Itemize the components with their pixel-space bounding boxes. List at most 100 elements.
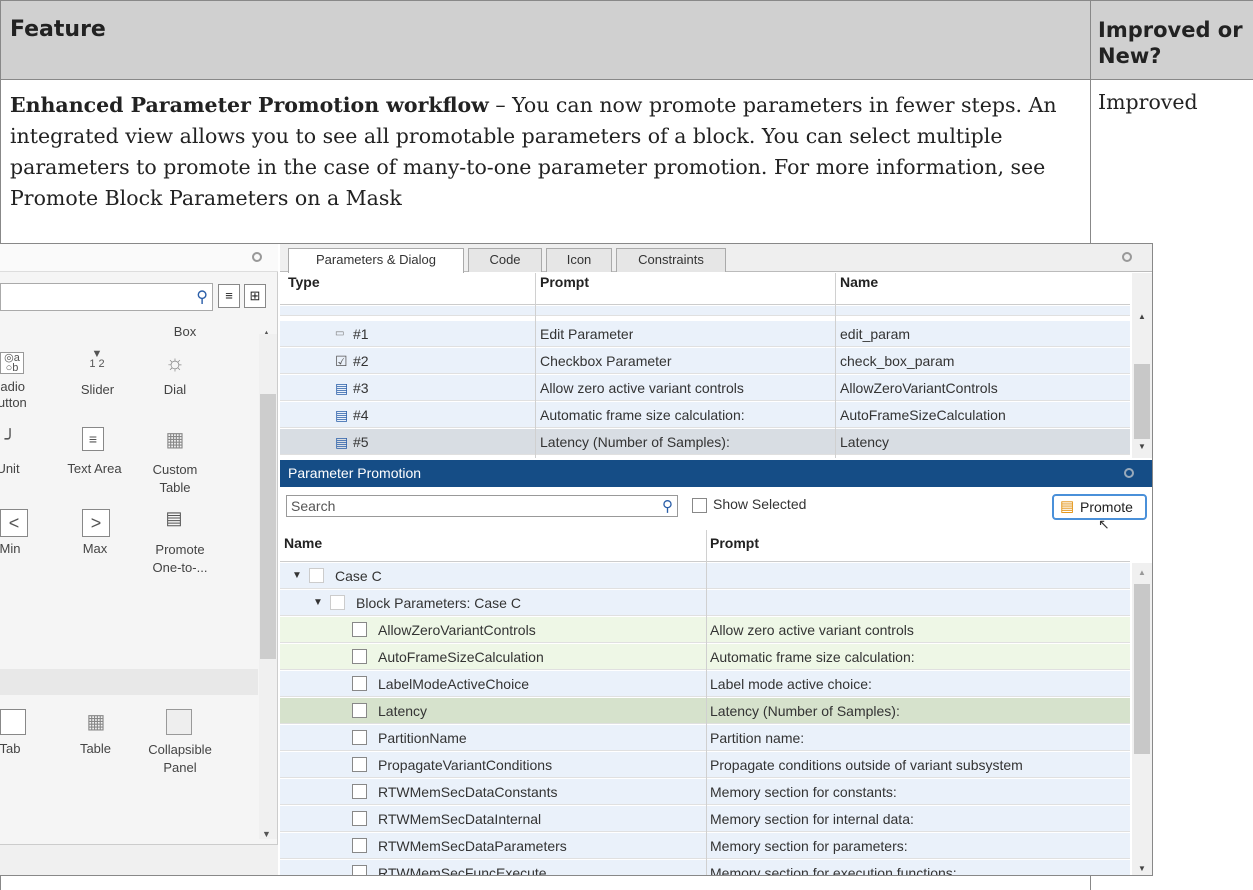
- table-row[interactable]: ▭ #1 Edit Parameter edit_param: [280, 321, 1130, 347]
- row-checkbox[interactable]: [352, 730, 367, 745]
- parameter-grid-scroll-thumb[interactable]: [1134, 364, 1150, 439]
- palette-item-label[interactable]: Tab: [0, 741, 30, 756]
- palette-item-label[interactable]: Min: [0, 541, 30, 556]
- palette-item-label[interactable]: Radio Button: [0, 379, 38, 411]
- pane-options-icon[interactable]: [252, 252, 262, 262]
- table-row[interactable]: RTWMemSecDataParameters Memory section f…: [280, 833, 1130, 859]
- prompt-column-header[interactable]: Prompt: [710, 530, 759, 556]
- promotion-grid-header: Name Prompt: [280, 530, 1130, 562]
- search-icon[interactable]: ⚲: [196, 287, 208, 307]
- palette-item-label[interactable]: Collapsible Panel: [140, 741, 220, 777]
- palette-item-label[interactable]: Dial: [150, 382, 200, 397]
- feature-title: Enhanced Parameter Promotion workflow: [10, 93, 489, 117]
- min-icon[interactable]: <: [0, 509, 28, 537]
- row-checkbox[interactable]: [352, 865, 367, 875]
- palette-footer: [0, 844, 278, 875]
- custom-table-icon[interactable]: ▦: [164, 427, 186, 452]
- row-checkbox[interactable]: [352, 757, 367, 772]
- scroll-up-icon[interactable]: ▲: [1138, 568, 1146, 577]
- table-row[interactable]: Latency Latency (Number of Samples):: [280, 698, 1130, 724]
- table-row[interactable]: ▤ #4 Automatic frame size calculation: A…: [280, 402, 1130, 428]
- palette-search-input[interactable]: ⚲: [0, 283, 213, 311]
- palette-item-label[interactable]: Unit: [0, 461, 28, 476]
- radio-button-icon[interactable]: ◎a ○b: [0, 352, 24, 374]
- param-prompt: Automatic frame size calculation:: [540, 407, 745, 423]
- table-icon[interactable]: ▦: [84, 709, 108, 734]
- text-area-icon[interactable]: ≡: [82, 427, 104, 451]
- show-selected-checkbox[interactable]: [692, 498, 707, 513]
- dial-icon[interactable]: ☼: [160, 350, 190, 376]
- tab-bar: Parameters & Dialog Code Icon Constraint…: [280, 244, 1152, 273]
- table-row: [280, 306, 1130, 316]
- table-row[interactable]: RTWMemSecDataInternal Memory section for…: [280, 806, 1130, 832]
- tree-node-name: Block Parameters: Case C: [356, 595, 521, 611]
- expand-arrow-icon[interactable]: ▼: [313, 590, 323, 616]
- unit-icon[interactable]: ╯: [0, 429, 20, 450]
- palette-item-label[interactable]: Slider: [70, 382, 125, 397]
- table-row[interactable]: ▤ #5 Latency (Number of Samples): Latenc…: [280, 429, 1130, 455]
- table-row[interactable]: LabelModeActiveChoice Label mode active …: [280, 671, 1130, 697]
- list-view-icon[interactable]: ≡: [218, 284, 240, 308]
- table-header: Feature Improved or New?: [0, 0, 1253, 80]
- row-checkbox[interactable]: [352, 703, 367, 718]
- tree-row[interactable]: ▼ Block Parameters: Case C: [280, 590, 1130, 616]
- row-checkbox[interactable]: [352, 622, 367, 637]
- table-row[interactable]: ☑ #2 Checkbox Parameter check_box_param: [280, 348, 1130, 374]
- prompt-column-header[interactable]: Prompt: [540, 273, 589, 299]
- row-checkbox[interactable]: [309, 568, 324, 583]
- panel-options-icon[interactable]: [1124, 468, 1134, 478]
- tab-icon[interactable]: Icon: [546, 248, 612, 272]
- palette-item-label[interactable]: Promote One-to-...: [150, 541, 210, 577]
- collapsible-panel-icon[interactable]: [166, 709, 192, 735]
- table-row[interactable]: AllowZeroVariantControls Allow zero acti…: [280, 617, 1130, 643]
- max-icon[interactable]: >: [82, 509, 110, 537]
- checkbox-icon: ☑: [335, 353, 348, 369]
- pane-options-icon[interactable]: [1122, 252, 1132, 262]
- row-checkbox[interactable]: [352, 838, 367, 853]
- tab-code[interactable]: Code: [468, 248, 542, 272]
- type-column-header[interactable]: Type: [288, 273, 320, 299]
- palette-item-label[interactable]: Box: [155, 324, 215, 339]
- row-checkbox[interactable]: [330, 595, 345, 610]
- slider-icon[interactable]: ▼ 1 2: [80, 349, 114, 370]
- row-checkbox[interactable]: [352, 784, 367, 799]
- expand-arrow-icon[interactable]: ▼: [292, 563, 302, 589]
- param-prompt: Allow zero active variant controls: [540, 380, 744, 396]
- palette-item-label[interactable]: Max: [70, 541, 120, 556]
- param-name: edit_param: [840, 326, 911, 342]
- row-checkbox[interactable]: [352, 811, 367, 826]
- palette-scroll-thumb[interactable]: [260, 394, 276, 659]
- row-checkbox[interactable]: [352, 649, 367, 664]
- param-prompt: Memory section for execution functions:: [710, 865, 957, 876]
- promotion-search-input[interactable]: Search ⚲: [286, 495, 678, 517]
- param-name: PartitionName: [378, 730, 467, 746]
- tab-parameters-dialog[interactable]: Parameters & Dialog: [288, 248, 464, 273]
- table-row[interactable]: RTWMemSecFuncExecute Memory section for …: [280, 860, 1130, 876]
- row-checkbox[interactable]: [352, 676, 367, 691]
- palette-item-label[interactable]: Custom Table: [145, 461, 205, 497]
- promoted-param-icon: ▤: [335, 407, 349, 423]
- tree-row[interactable]: ▼ Case C: [280, 563, 1130, 589]
- name-column-header[interactable]: Name: [840, 273, 878, 299]
- palette-item-label[interactable]: Table: [68, 741, 123, 756]
- search-icon[interactable]: ⚲: [662, 497, 673, 517]
- table-row[interactable]: AutoFrameSizeCalculation Automatic frame…: [280, 644, 1130, 670]
- scroll-down-icon[interactable]: ▼: [262, 829, 271, 839]
- palette-item-label[interactable]: Text Area: [62, 461, 127, 476]
- palette-section-divider: [0, 669, 258, 695]
- scroll-down-icon[interactable]: ▼: [1138, 864, 1146, 873]
- param-name: RTWMemSecDataInternal: [378, 811, 542, 827]
- promotion-grid-scroll-thumb[interactable]: [1134, 584, 1150, 754]
- column-divider: [835, 273, 836, 458]
- table-row[interactable]: PartitionName Partition name:: [280, 725, 1130, 751]
- tab-constraints[interactable]: Constraints: [616, 248, 726, 272]
- promote-icon[interactable]: ▤: [163, 508, 185, 529]
- scroll-up-icon[interactable]: ▲: [1138, 312, 1146, 321]
- table-row[interactable]: RTWMemSecDataConstants Memory section fo…: [280, 779, 1130, 805]
- table-row[interactable]: ▤ #3 Allow zero active variant controls …: [280, 375, 1130, 401]
- name-column-header[interactable]: Name: [284, 530, 322, 556]
- table-row[interactable]: PropagateVariantConditions Propagate con…: [280, 752, 1130, 778]
- tab-icon[interactable]: [0, 709, 26, 735]
- grid-view-icon[interactable]: ⊞: [244, 284, 266, 308]
- scroll-down-icon[interactable]: ▼: [1138, 442, 1146, 451]
